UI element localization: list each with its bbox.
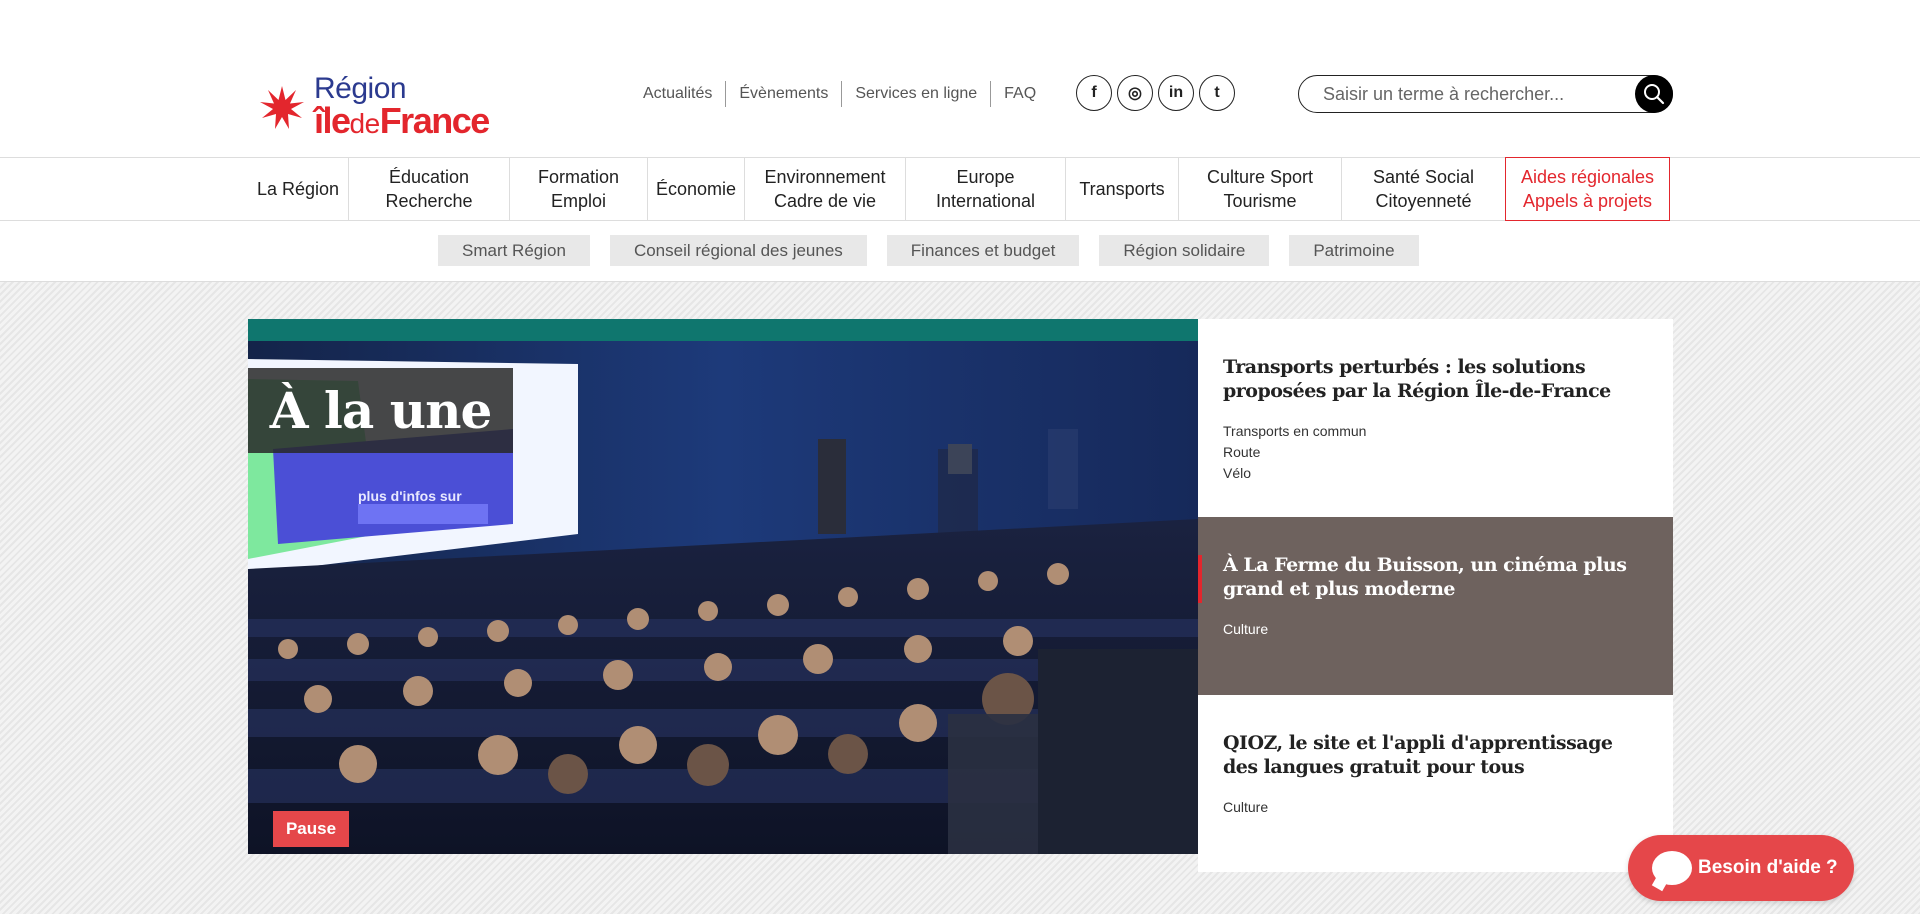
news-tag[interactable]: Culture [1223,619,1648,640]
toplink-faq[interactable]: FAQ [990,81,1049,107]
twitter-icon[interactable]: t [1199,75,1235,111]
nav-aides-regionales-appels-a-projets[interactable]: Aides régionales Appels à projets [1505,157,1670,221]
pause-button[interactable]: Pause [273,811,349,847]
news-title[interactable]: Transports perturbés : les solutions pro… [1223,355,1648,403]
nav-transports[interactable]: Transports [1066,158,1179,220]
nav-la-region[interactable]: La Région [248,158,349,220]
subnav-patrimoine[interactable]: Patrimoine [1289,235,1419,266]
news-item[interactable]: QIOZ, le site et l'appli d'apprentissage… [1198,695,1673,872]
news-tag[interactable]: Transports en commun [1223,421,1648,442]
news-tag[interactable]: Vélo [1223,463,1648,484]
subnav-finances-et-budget[interactable]: Finances et budget [886,235,1080,266]
news-title[interactable]: À La Ferme du Buisson, un cinéma plus gr… [1223,553,1648,601]
search-button[interactable] [1635,75,1673,113]
subnav-smart-region[interactable]: Smart Région [438,235,590,266]
news-tag[interactable]: Route [1223,442,1648,463]
nav-culture-sport-tourisme[interactable]: Culture Sport Tourisme [1179,158,1342,220]
nav-environnement-cadre-de-vie[interactable]: Environnement Cadre de vie [745,158,906,220]
news-title[interactable]: QIOZ, le site et l'appli d'apprentissage… [1223,731,1648,779]
search-input[interactable] [1323,82,1613,106]
nav-education-recherche[interactable]: Éducation Recherche [349,158,510,220]
site-header: Région îledeFrance Actualités Évènements… [0,0,1920,157]
news-tag[interactable]: Culture [1223,797,1648,818]
nav-europe-international[interactable]: Europe International [906,158,1066,220]
news-panel: Transports perturbés : les solutions pro… [1198,319,1673,872]
region-logo[interactable]: Région îledeFrance [258,72,518,141]
news-item-active[interactable]: À La Ferme du Buisson, un cinéma plus gr… [1198,517,1673,695]
facebook-icon[interactable]: f [1076,75,1112,111]
logo-iledefrance-text: îledeFrance [314,100,490,141]
top-links: Actualités Évènements Services en ligne … [640,80,1049,108]
chat-bubble-icon [1652,851,1692,885]
search-icon [1644,84,1665,105]
help-chat-button[interactable]: Besoin d'aide ? [1628,835,1854,901]
help-label: Besoin d'aide ? [1698,857,1838,878]
a-la-une-heading: À la une [248,368,513,453]
subnav-region-solidaire[interactable]: Région solidaire [1099,235,1270,266]
nav-economie[interactable]: Économie [648,158,745,220]
nav-formation-emploi[interactable]: Formation Emploi [510,158,648,220]
news-item[interactable]: Transports perturbés : les solutions pro… [1198,319,1673,517]
nav-sante-social-citoyennete[interactable]: Santé Social Citoyenneté [1342,158,1505,220]
toplink-actualites[interactable]: Actualités [640,81,725,107]
sub-navigation: Smart Région Conseil régional des jeunes… [0,221,1920,281]
linkedin-icon[interactable]: in [1158,75,1194,111]
logo-star-icon [260,86,304,129]
toplink-evenements[interactable]: Évènements [725,81,841,107]
main-navigation: La Région Éducation Recherche Formation … [0,157,1920,221]
hero-slider[interactable]: plus d'infos sur À la une Pause [248,319,1198,854]
search-box [1298,75,1673,113]
content-area: plus d'infos sur À la une Pause Transpor… [0,281,1920,914]
social-links: f ◎ in t [1076,75,1235,111]
subnav-conseil-regional-des-jeunes[interactable]: Conseil régional des jeunes [609,235,867,266]
instagram-icon[interactable]: ◎ [1117,75,1153,111]
screen-text: plus d'infos sur [358,488,462,504]
toplink-services-en-ligne[interactable]: Services en ligne [841,81,990,107]
